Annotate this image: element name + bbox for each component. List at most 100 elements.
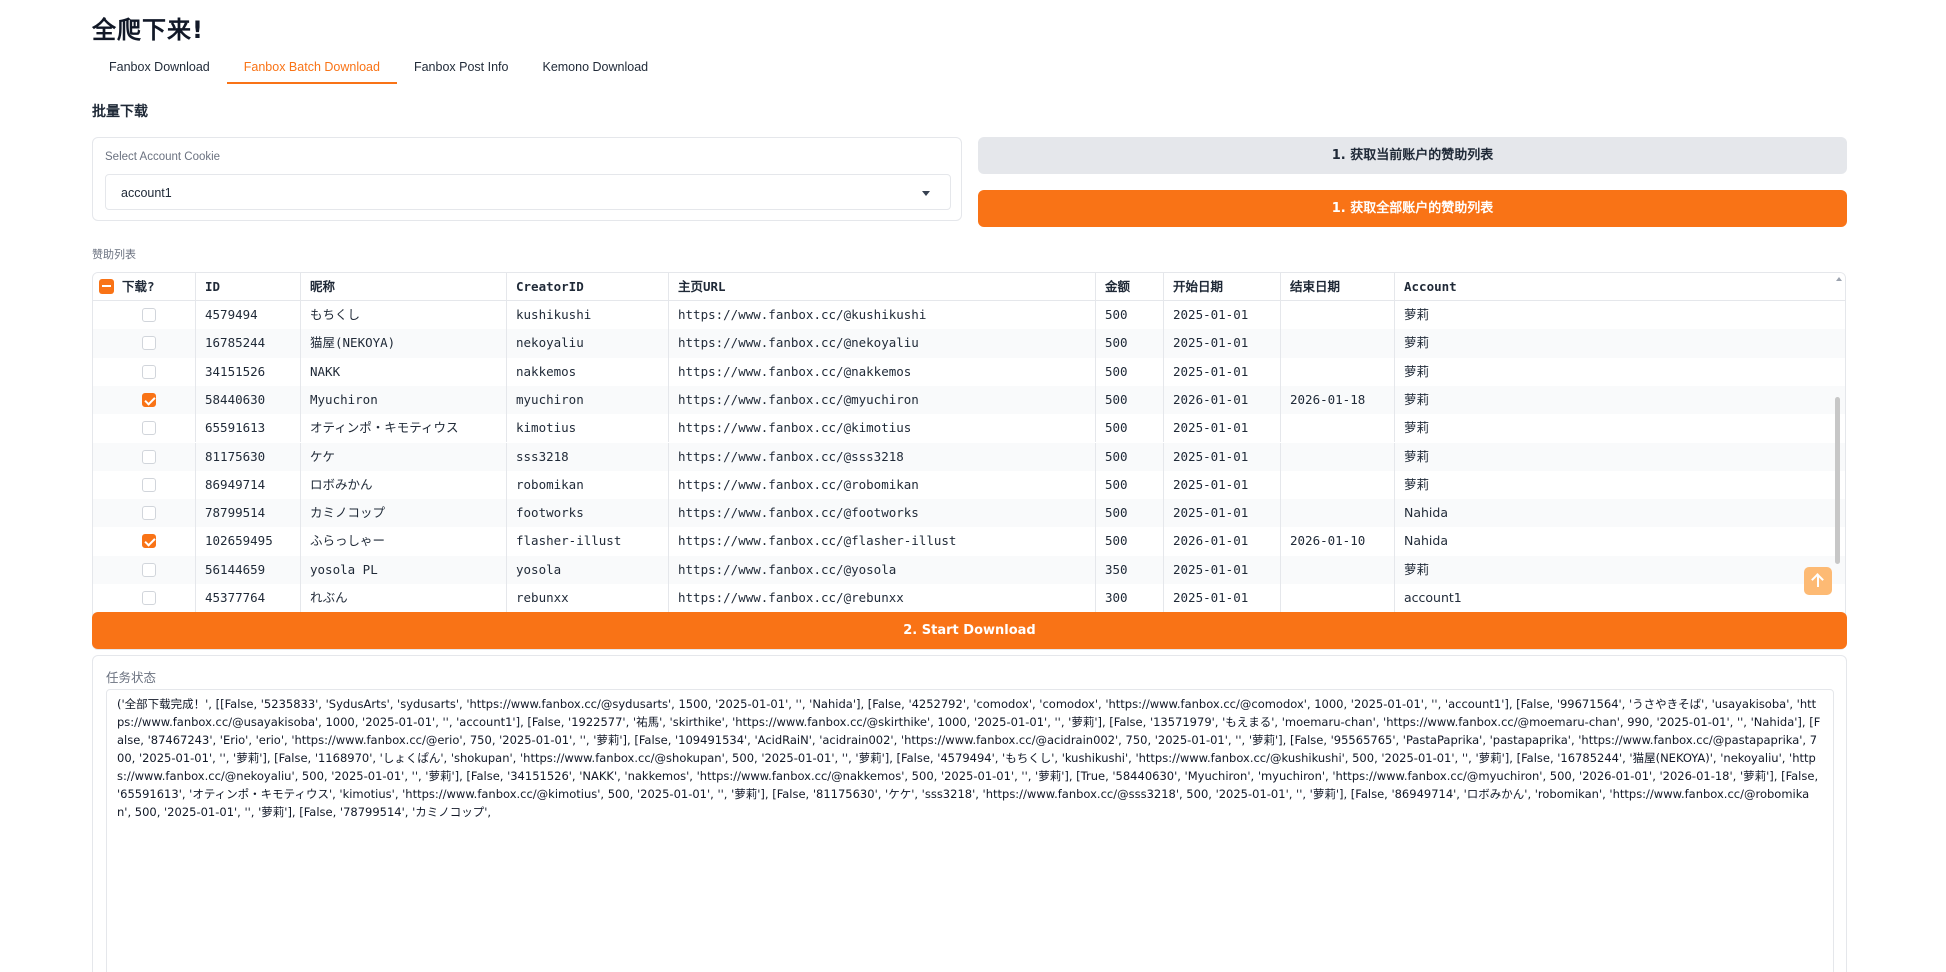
cell-end-date[interactable] [1281,470,1395,500]
tab-kemono-download[interactable]: Kemono Download [525,50,665,84]
cell-nickname[interactable]: ふらっしゃー [301,527,507,556]
fetch-current-account-button[interactable]: 1. 获取当前账户的赞助列表 [978,137,1847,174]
cell-account[interactable]: Nahida [1395,499,1845,527]
cell-start-date[interactable]: 2025-01-01 [1164,329,1281,358]
cell-amount[interactable]: 350 [1096,555,1164,584]
cell-start-date[interactable]: 2025-01-01 [1164,414,1281,443]
cell-id[interactable]: 58440630 [196,385,301,415]
select-all-checkbox[interactable] [99,278,114,294]
column-header-id[interactable]: ID [196,273,301,301]
cell-creator-id[interactable]: nekoyaliu [507,329,669,358]
cell-creator-id[interactable]: kimotius [507,414,669,443]
cell-id[interactable]: 86949714 [196,470,301,500]
download-checkbox[interactable] [142,421,156,436]
tab-fanbox-download[interactable]: Fanbox Download [92,50,227,84]
cell-account[interactable]: 萝莉 [1395,414,1845,442]
cell-nickname[interactable]: オティンポ・キモティウス [301,414,507,443]
cell-end-date[interactable]: 2026-01-10 [1281,527,1395,556]
column-header-download[interactable]: 下载? [93,273,196,301]
cell-amount[interactable]: 500 [1096,357,1164,386]
cell-amount[interactable]: 500 [1096,499,1164,528]
cell-id[interactable]: 56144659 [196,555,301,584]
cell-id[interactable]: 4579494 [196,301,301,330]
cell-end-date[interactable]: 2026-01-18 [1281,385,1395,415]
cell-nickname[interactable]: 猫屋(NEKOYA) [301,329,507,358]
cell-amount[interactable]: 500 [1096,301,1164,330]
account-cookie-dropdown[interactable]: account1 [105,174,951,210]
download-checkbox[interactable] [142,477,156,492]
download-checkbox[interactable] [142,336,156,351]
cell-nickname[interactable]: ケケ [301,442,507,471]
column-header-account[interactable]: Account [1395,273,1845,301]
task-status-output[interactable]: ('全部下载完成！', [[False, '5235833', 'SydusAr… [106,689,1834,972]
arrow-up-icon[interactable] [1804,567,1832,595]
cell-account[interactable]: 萝莉 [1395,329,1845,357]
cell-homepage-url[interactable]: https://www.fanbox.cc/@nakkemos [669,357,1096,386]
tab-fanbox-batch-download[interactable]: Fanbox Batch Download [226,50,397,84]
cell-nickname[interactable]: れぶん [301,584,507,613]
cell-creator-id[interactable]: rebunxx [507,584,669,613]
tab-fanbox-post-info[interactable]: Fanbox Post Info [397,50,526,84]
cell-homepage-url[interactable]: https://www.fanbox.cc/@rebunxx [669,584,1096,613]
cell-account[interactable]: account1 [1395,584,1845,612]
column-header-creator-id[interactable]: CreatorID [507,273,669,301]
cell-end-date[interactable] [1281,584,1395,613]
cell-homepage-url[interactable]: https://www.fanbox.cc/@kushikushi [669,301,1096,330]
download-checkbox[interactable] [142,506,156,521]
cell-start-date[interactable]: 2025-01-01 [1164,470,1281,500]
cell-end-date[interactable] [1281,329,1395,358]
cell-amount[interactable]: 500 [1096,385,1164,415]
cell-nickname[interactable]: yosola PL [301,555,507,584]
cell-id[interactable]: 102659495 [196,527,301,556]
download-checkbox[interactable] [142,534,156,549]
download-checkbox[interactable] [142,591,156,605]
cell-amount[interactable]: 300 [1096,584,1164,613]
cell-end-date[interactable] [1281,414,1395,443]
cell-homepage-url[interactable]: https://www.fanbox.cc/@nekoyaliu [669,329,1096,358]
cell-homepage-url[interactable]: https://www.fanbox.cc/@kimotius [669,414,1096,443]
column-header-end-date[interactable]: 结束日期 [1281,273,1395,301]
cell-creator-id[interactable]: robomikan [507,470,669,500]
cell-account[interactable]: 萝莉 [1395,301,1845,329]
download-checkbox[interactable] [142,364,156,379]
cell-creator-id[interactable]: sss3218 [507,442,669,471]
column-header-nickname[interactable]: 昵称 [301,273,507,301]
cell-id[interactable]: 65591613 [196,414,301,443]
cell-nickname[interactable]: Myuchiron [301,385,507,415]
cell-start-date[interactable]: 2025-01-01 [1164,301,1281,330]
cell-id[interactable]: 45377764 [196,584,301,613]
cell-end-date[interactable] [1281,357,1395,386]
cell-amount[interactable]: 500 [1096,329,1164,358]
cell-id[interactable]: 16785244 [196,329,301,358]
cell-amount[interactable]: 500 [1096,470,1164,500]
start-download-button[interactable]: 2. Start Download [92,612,1847,649]
cell-end-date[interactable] [1281,301,1395,330]
cell-account[interactable]: 萝莉 [1395,556,1845,584]
scroll-up-icon[interactable] [1836,277,1842,281]
cell-homepage-url[interactable]: https://www.fanbox.cc/@myuchiron [669,385,1096,415]
cell-start-date[interactable]: 2026-01-01 [1164,385,1281,415]
cell-nickname[interactable]: カミノコップ [301,499,507,528]
cell-account[interactable]: 萝莉 [1395,471,1845,499]
cell-nickname[interactable]: NAKK [301,357,507,386]
cell-creator-id[interactable]: kushikushi [507,301,669,330]
cell-creator-id[interactable]: yosola [507,555,669,584]
column-header-amount[interactable]: 金额 [1096,273,1164,301]
cell-end-date[interactable] [1281,499,1395,528]
cell-id[interactable]: 34151526 [196,357,301,386]
cell-id[interactable]: 78799514 [196,499,301,528]
cell-homepage-url[interactable]: https://www.fanbox.cc/@footworks [669,499,1096,528]
cell-amount[interactable]: 500 [1096,442,1164,471]
fetch-all-accounts-button[interactable]: 1. 获取全部账户的赞助列表 [978,190,1847,227]
download-checkbox[interactable] [142,562,156,577]
download-checkbox[interactable] [142,392,156,407]
column-header-homepage-url[interactable]: 主页URL [669,273,1096,301]
cell-homepage-url[interactable]: https://www.fanbox.cc/@flasher-illust [669,527,1096,556]
cell-start-date[interactable]: 2025-01-01 [1164,584,1281,613]
download-checkbox[interactable] [142,449,156,464]
vertical-scrollbar[interactable] [1835,397,1840,564]
cell-end-date[interactable] [1281,555,1395,584]
cell-amount[interactable]: 500 [1096,527,1164,556]
cell-start-date[interactable]: 2025-01-01 [1164,442,1281,471]
cell-creator-id[interactable]: flasher-illust [507,527,669,556]
